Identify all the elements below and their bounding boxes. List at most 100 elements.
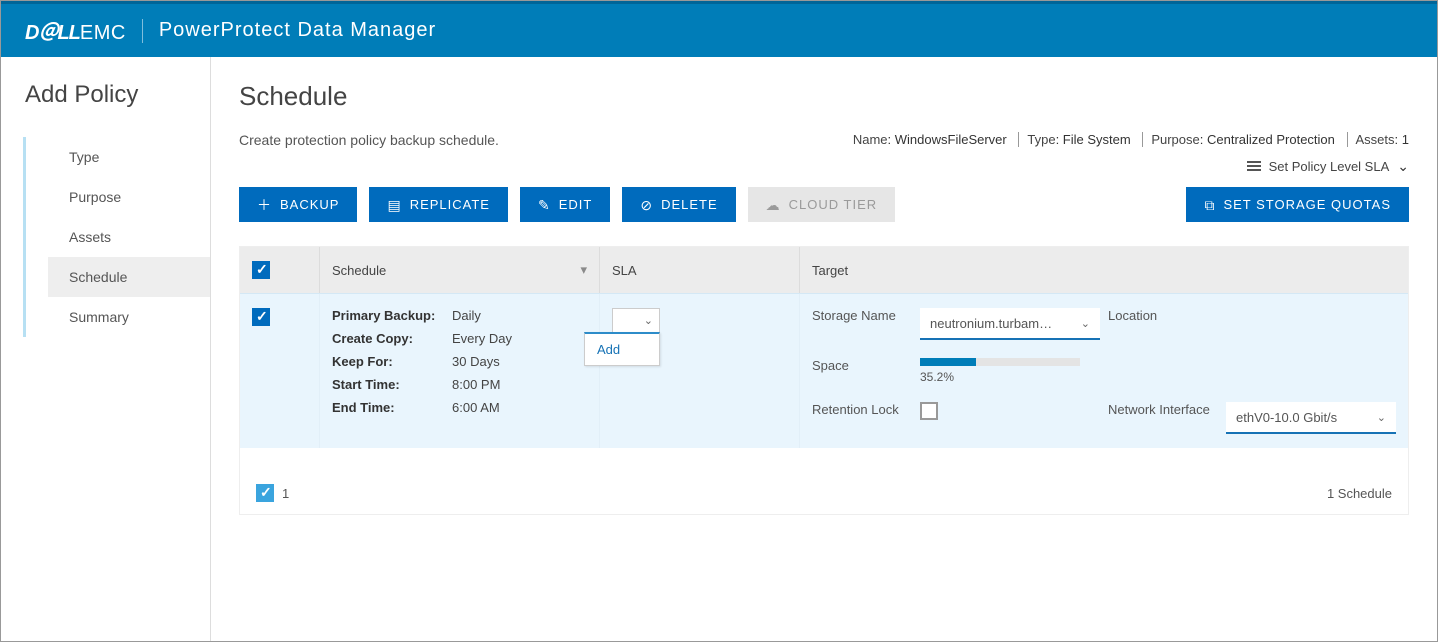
row-target-cell: Storage Name neutronium.turbam… ⌄ Locati… (800, 294, 1408, 448)
edit-button[interactable]: ✎ EDIT (520, 187, 610, 222)
toolbar: ＋ BACKUP ▤ REPLICATE ✎ EDIT ⊘ DELETE ☁ CLOUD … (239, 187, 1409, 222)
table-spacer (240, 448, 1408, 472)
select-all-checkbox[interactable] (252, 261, 270, 279)
network-interface-key: Network Interface (1108, 402, 1218, 417)
copy-icon: ▤ (387, 198, 401, 212)
header-schedule-label: Schedule (332, 263, 386, 278)
space-indicator: 35.2% (920, 358, 1100, 384)
backup-label: BACKUP (280, 197, 339, 212)
cloud-tier-label: CLOUD TIER (789, 197, 878, 212)
create-copy-value: Every Day (452, 331, 587, 346)
keep-for-key: Keep For: (332, 354, 452, 369)
sidebar-item-type[interactable]: Type (48, 137, 210, 177)
meta-type-key: Type (1027, 132, 1055, 147)
retention-lock-checkbox[interactable] (920, 402, 938, 420)
policy-level-sla-link[interactable]: Set Policy Level SLA ⌄ (239, 158, 1409, 175)
policy-meta: Name: WindowsFileServer Type: File Syste… (853, 132, 1409, 147)
list-icon (1247, 161, 1261, 173)
space-key: Space (812, 358, 912, 373)
plus-icon: ＋ (257, 198, 272, 212)
progress-bar (920, 358, 1080, 366)
launch-icon: ⧉ (1204, 198, 1215, 212)
meta-assets-key: Assets (1356, 132, 1395, 147)
cloud-tier-button: ☁ CLOUD TIER (748, 187, 896, 222)
primary-backup-value: Daily (452, 308, 587, 323)
set-storage-quotas-button[interactable]: ⧉ SET STORAGE QUOTAS (1186, 187, 1409, 222)
brand-emc: EMC (80, 22, 126, 44)
footer-selected-checkbox[interactable] (256, 484, 274, 502)
header-checkbox-cell (240, 247, 320, 293)
chevron-down-icon: ⌄ (644, 314, 653, 327)
row-schedule-cell: Primary Backup:Daily Create Copy:Every D… (320, 294, 600, 448)
brand-logo: D＠LLEMC (25, 16, 126, 45)
header-target-label: Target (812, 263, 848, 278)
row-checkbox-cell (240, 294, 320, 448)
sidebar-item-summary[interactable]: Summary (48, 297, 210, 337)
storage-quotas-label: SET STORAGE QUOTAS (1223, 197, 1391, 212)
footer-selected-count: 1 (282, 486, 289, 501)
brand: D＠LLEMC PowerProtect Data Manager (25, 16, 436, 45)
footer-total: 1 Schedule (1327, 486, 1392, 501)
end-time-value: 6:00 AM (452, 400, 587, 415)
chevron-down-icon: ⌄ (1081, 317, 1090, 330)
start-time-key: Start Time: (332, 377, 452, 392)
meta-name-value: WindowsFileServer (895, 132, 1007, 147)
primary-backup-key: Primary Backup: (332, 308, 452, 323)
backup-button[interactable]: ＋ BACKUP (239, 187, 357, 222)
schedule-table: Schedule ▾ SLA Target Primary Backup:Dai… (239, 246, 1409, 515)
table-footer: 1 1 Schedule (240, 472, 1408, 514)
table-row[interactable]: Primary Backup:Daily Create Copy:Every D… (240, 293, 1408, 448)
start-time-value: 8:00 PM (452, 377, 587, 392)
header-target[interactable]: Target (800, 247, 1408, 293)
filter-icon[interactable]: ▾ (580, 262, 587, 278)
chevron-down-icon: ⌄ (1397, 158, 1409, 175)
delete-label: DELETE (661, 197, 718, 212)
edit-label: EDIT (559, 197, 593, 212)
row-checkbox[interactable] (252, 308, 270, 326)
space-percent: 35.2% (920, 370, 1100, 384)
brand-separator (142, 19, 143, 43)
sidebar-item-purpose[interactable]: Purpose (48, 177, 210, 217)
network-interface-select[interactable]: ethV0-10.0 Gbit/s ⌄ (1226, 402, 1396, 434)
sla-dropdown: Add (584, 332, 660, 366)
replicate-button[interactable]: ▤ REPLICATE (369, 187, 508, 222)
sla-link-label: Set Policy Level SLA (1269, 159, 1390, 174)
cloud-icon: ☁ (766, 198, 781, 212)
wizard-sidebar: Add Policy Type Purpose Assets Schedule … (1, 57, 211, 641)
brand-dell: D＠LL (25, 22, 80, 44)
meta-purpose-key: Purpose (1151, 132, 1199, 147)
header-schedule[interactable]: Schedule ▾ (320, 247, 600, 293)
header-sla-label: SLA (612, 263, 637, 278)
main-content: Schedule Create protection policy backup… (211, 57, 1437, 641)
keep-for-value: 30 Days (452, 354, 587, 369)
app-name: PowerProtect Data Manager (159, 19, 436, 42)
storage-name-value: neutronium.turbam… (930, 316, 1052, 331)
chevron-down-icon: ⌄ (1377, 411, 1386, 424)
location-key: Location (1108, 308, 1218, 323)
sidebar-item-schedule[interactable]: Schedule (48, 257, 210, 297)
sidebar-item-assets[interactable]: Assets (48, 217, 210, 257)
table-header: Schedule ▾ SLA Target (240, 247, 1408, 293)
delete-button[interactable]: ⊘ DELETE (622, 187, 735, 222)
row-sla-cell: ⌄ Add (600, 294, 800, 448)
no-icon: ⊘ (640, 198, 653, 212)
sla-option-add[interactable]: Add (585, 334, 659, 365)
pencil-icon: ✎ (538, 198, 551, 212)
replicate-label: REPLICATE (410, 197, 490, 212)
network-interface-value: ethV0-10.0 Gbit/s (1236, 410, 1337, 425)
page-title: Schedule (239, 81, 1409, 112)
meta-type-value: File System (1063, 132, 1131, 147)
meta-name-key: Name (853, 132, 888, 147)
create-copy-key: Create Copy: (332, 331, 452, 346)
sla-select[interactable]: ⌄ (612, 308, 660, 334)
page-subtitle: Create protection policy backup schedule… (239, 132, 499, 148)
storage-name-select[interactable]: neutronium.turbam… ⌄ (920, 308, 1100, 340)
end-time-key: End Time: (332, 400, 452, 415)
header-sla[interactable]: SLA (600, 247, 800, 293)
meta-assets-value: 1 (1402, 132, 1409, 147)
retention-lock-key: Retention Lock (812, 402, 912, 417)
storage-name-key: Storage Name (812, 308, 912, 323)
app-header: D＠LLEMC PowerProtect Data Manager (1, 1, 1437, 57)
sidebar-title: Add Policy (1, 77, 210, 137)
meta-purpose-value: Centralized Protection (1207, 132, 1335, 147)
